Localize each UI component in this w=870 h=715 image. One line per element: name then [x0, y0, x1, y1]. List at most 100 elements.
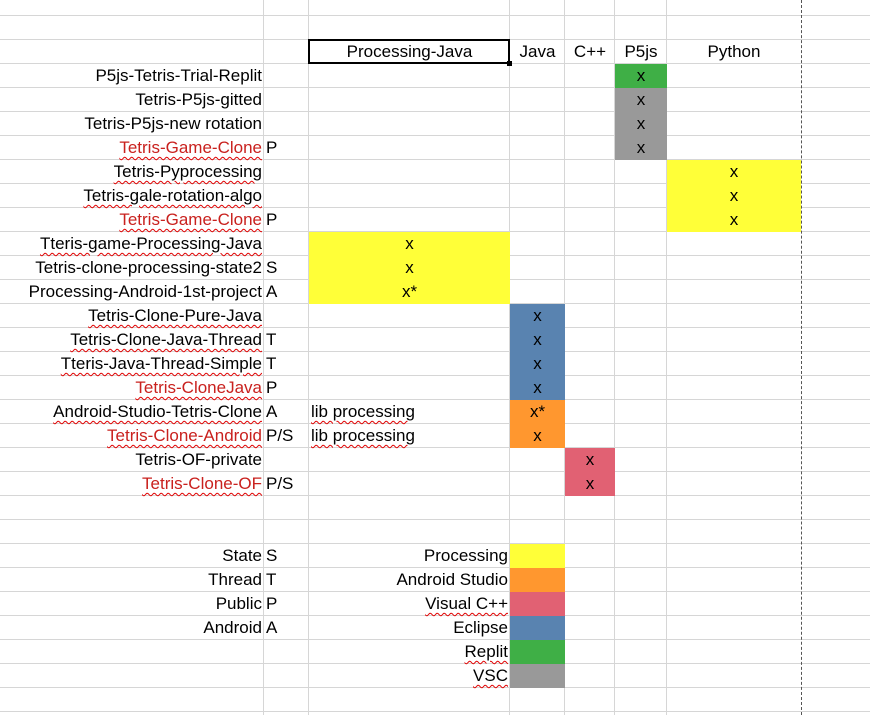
project-mark-cell[interactable]: x [510, 352, 565, 376]
header-python[interactable]: Python [667, 40, 801, 64]
project-name-text: Android-Studio-Tetris-Clone [53, 402, 262, 421]
project-name-text: Tetris-Clone-Pure-Java [88, 306, 262, 325]
tool-legend-swatch[interactable] [510, 640, 565, 664]
tool-legend-text: VSC [473, 666, 508, 685]
tool-legend-label[interactable]: Android Studio [309, 568, 508, 592]
project-name-text: P5js-Tetris-Trial-Replit [95, 66, 262, 85]
project-name-text: Tetris-Pyprocessing [113, 162, 262, 181]
project-mark-cell[interactable]: x [615, 88, 667, 112]
project-name-cell[interactable]: Tteris-Java-Thread-Simple [0, 352, 262, 376]
library-note-text: lib processing [311, 402, 415, 421]
project-name-cell[interactable]: Tetris-gale-rotation-algo [0, 184, 262, 208]
project-name-cell[interactable]: Tetris-P5js-gitted [0, 88, 262, 112]
spreadsheet-grid[interactable]: Processing-Java Java C++ P5js Python P5j… [0, 0, 870, 715]
project-name-cell[interactable]: P5js-Tetris-Trial-Replit [0, 64, 262, 88]
tool-legend-label[interactable]: Processing [309, 544, 508, 568]
library-note-cell[interactable]: lib processing [309, 400, 509, 424]
grid-row-line [0, 519, 870, 520]
project-flag-cell[interactable]: P [264, 208, 308, 232]
tool-legend-label[interactable]: Visual C++ [309, 592, 508, 616]
project-name-cell[interactable]: Android-Studio-Tetris-Clone [0, 400, 262, 424]
grid-row-line [0, 15, 870, 16]
project-name-cell[interactable]: Tetris-Clone-OF [0, 472, 262, 496]
flag-legend-label[interactable]: Android [100, 616, 262, 640]
project-mark-cell[interactable]: x [565, 472, 615, 496]
project-name-text: Tteris-Java-Thread-Simple [60, 354, 262, 373]
flag-legend-label[interactable]: Thread [100, 568, 262, 592]
tool-legend-text: Replit [464, 642, 508, 661]
flag-legend-code[interactable]: P [264, 592, 308, 616]
project-mark-cell[interactable]: x [615, 112, 667, 136]
project-flag-cell[interactable]: P/S [264, 472, 308, 496]
project-name-cell[interactable]: Tetris-CloneJava [0, 376, 262, 400]
project-mark-cell[interactable]: x [667, 208, 801, 232]
project-mark-cell[interactable]: x [510, 328, 565, 352]
project-flag-cell[interactable]: P [264, 376, 308, 400]
project-mark-cell[interactable]: x* [510, 400, 565, 424]
grid-row-line [0, 711, 870, 712]
project-name-cell[interactable]: Tetris-Pyprocessing [0, 160, 262, 184]
project-name-text: Tetris-Clone-OF [142, 474, 262, 493]
project-flag-cell[interactable]: S [264, 256, 308, 280]
header-p5js[interactable]: P5js [615, 40, 667, 64]
header-java[interactable]: Java [510, 40, 565, 64]
project-mark-cell[interactable]: x [309, 232, 510, 256]
project-name-cell[interactable]: Tetris-Clone-Java-Thread [0, 328, 262, 352]
project-mark-cell[interactable]: x* [309, 280, 510, 304]
project-flag-cell[interactable]: A [264, 280, 308, 304]
project-name-text: Tteris-game-Processing-Java [39, 234, 262, 253]
tool-legend-swatch[interactable] [510, 616, 565, 640]
project-name-text: Tetris-Clone-Android [107, 426, 262, 445]
project-name-cell[interactable]: Tetris-clone-processing-state2 [0, 256, 262, 280]
project-mark-cell[interactable]: x [510, 304, 565, 328]
project-mark-cell[interactable]: x [565, 448, 615, 472]
tool-legend-swatch[interactable] [510, 664, 565, 688]
project-name-cell[interactable]: Tetris-OF-private [0, 448, 262, 472]
header-cpp[interactable]: C++ [565, 40, 615, 64]
flag-legend-code[interactable]: T [264, 568, 308, 592]
project-name-cell[interactable]: Tetris-Clone-Android [0, 424, 262, 448]
project-mark-cell[interactable]: x [667, 160, 801, 184]
tool-legend-text: Visual C++ [425, 594, 508, 613]
tool-legend-text: Android Studio [396, 570, 508, 589]
library-note-cell[interactable]: lib processing [309, 424, 509, 448]
tool-legend-text: Processing [423, 546, 508, 565]
flag-legend-code[interactable]: A [264, 616, 308, 640]
project-name-cell[interactable]: Tetris-Game-Clone [0, 136, 262, 160]
project-name-text: Tetris-P5js-gitted [135, 90, 262, 109]
project-mark-cell[interactable]: x [510, 424, 565, 448]
tool-legend-label[interactable]: Eclipse [309, 616, 508, 640]
project-name-text: Tetris-OF-private [135, 450, 262, 469]
project-name-text: Tetris-Clone-Java-Thread [70, 330, 262, 349]
project-flag-cell[interactable]: P/S [264, 424, 308, 448]
project-flag-cell[interactable]: P [264, 136, 308, 160]
tool-legend-swatch[interactable] [510, 568, 565, 592]
project-name-cell[interactable]: Processing-Android-1st-project [0, 280, 262, 304]
tool-legend-swatch[interactable] [510, 544, 565, 568]
project-name-text: Tetris-P5js-new rotation [84, 114, 262, 133]
project-mark-cell[interactable]: x [309, 256, 510, 280]
project-mark-cell[interactable]: x [667, 184, 801, 208]
project-mark-cell[interactable]: x [510, 376, 565, 400]
tool-legend-swatch[interactable] [510, 592, 565, 616]
project-name-text: Processing-Android-1st-project [28, 282, 262, 301]
project-mark-cell[interactable]: x [615, 64, 667, 88]
flag-legend-label[interactable]: Public [100, 592, 262, 616]
header-processing-java[interactable]: Processing-Java [309, 40, 510, 64]
flag-legend-code[interactable]: S [264, 544, 308, 568]
project-name-text: Tetris-Game-Clone [119, 138, 262, 157]
project-name-text: Tetris-clone-processing-state2 [35, 258, 262, 277]
project-name-text: Tetris-CloneJava [135, 378, 262, 397]
project-flag-cell[interactable]: T [264, 352, 308, 376]
tool-legend-label[interactable]: VSC [309, 664, 508, 688]
project-mark-cell[interactable]: x [615, 136, 667, 160]
project-name-cell[interactable]: Tteris-game-Processing-Java [0, 232, 262, 256]
project-name-cell[interactable]: Tetris-Game-Clone [0, 208, 262, 232]
tool-legend-label[interactable]: Replit [309, 640, 508, 664]
project-flag-cell[interactable]: T [264, 328, 308, 352]
flag-legend-label[interactable]: State [100, 544, 262, 568]
project-name-cell[interactable]: Tetris-Clone-Pure-Java [0, 304, 262, 328]
project-name-cell[interactable]: Tetris-P5js-new rotation [0, 112, 262, 136]
project-flag-cell[interactable]: A [264, 400, 308, 424]
library-note-text: lib processing [311, 426, 415, 445]
